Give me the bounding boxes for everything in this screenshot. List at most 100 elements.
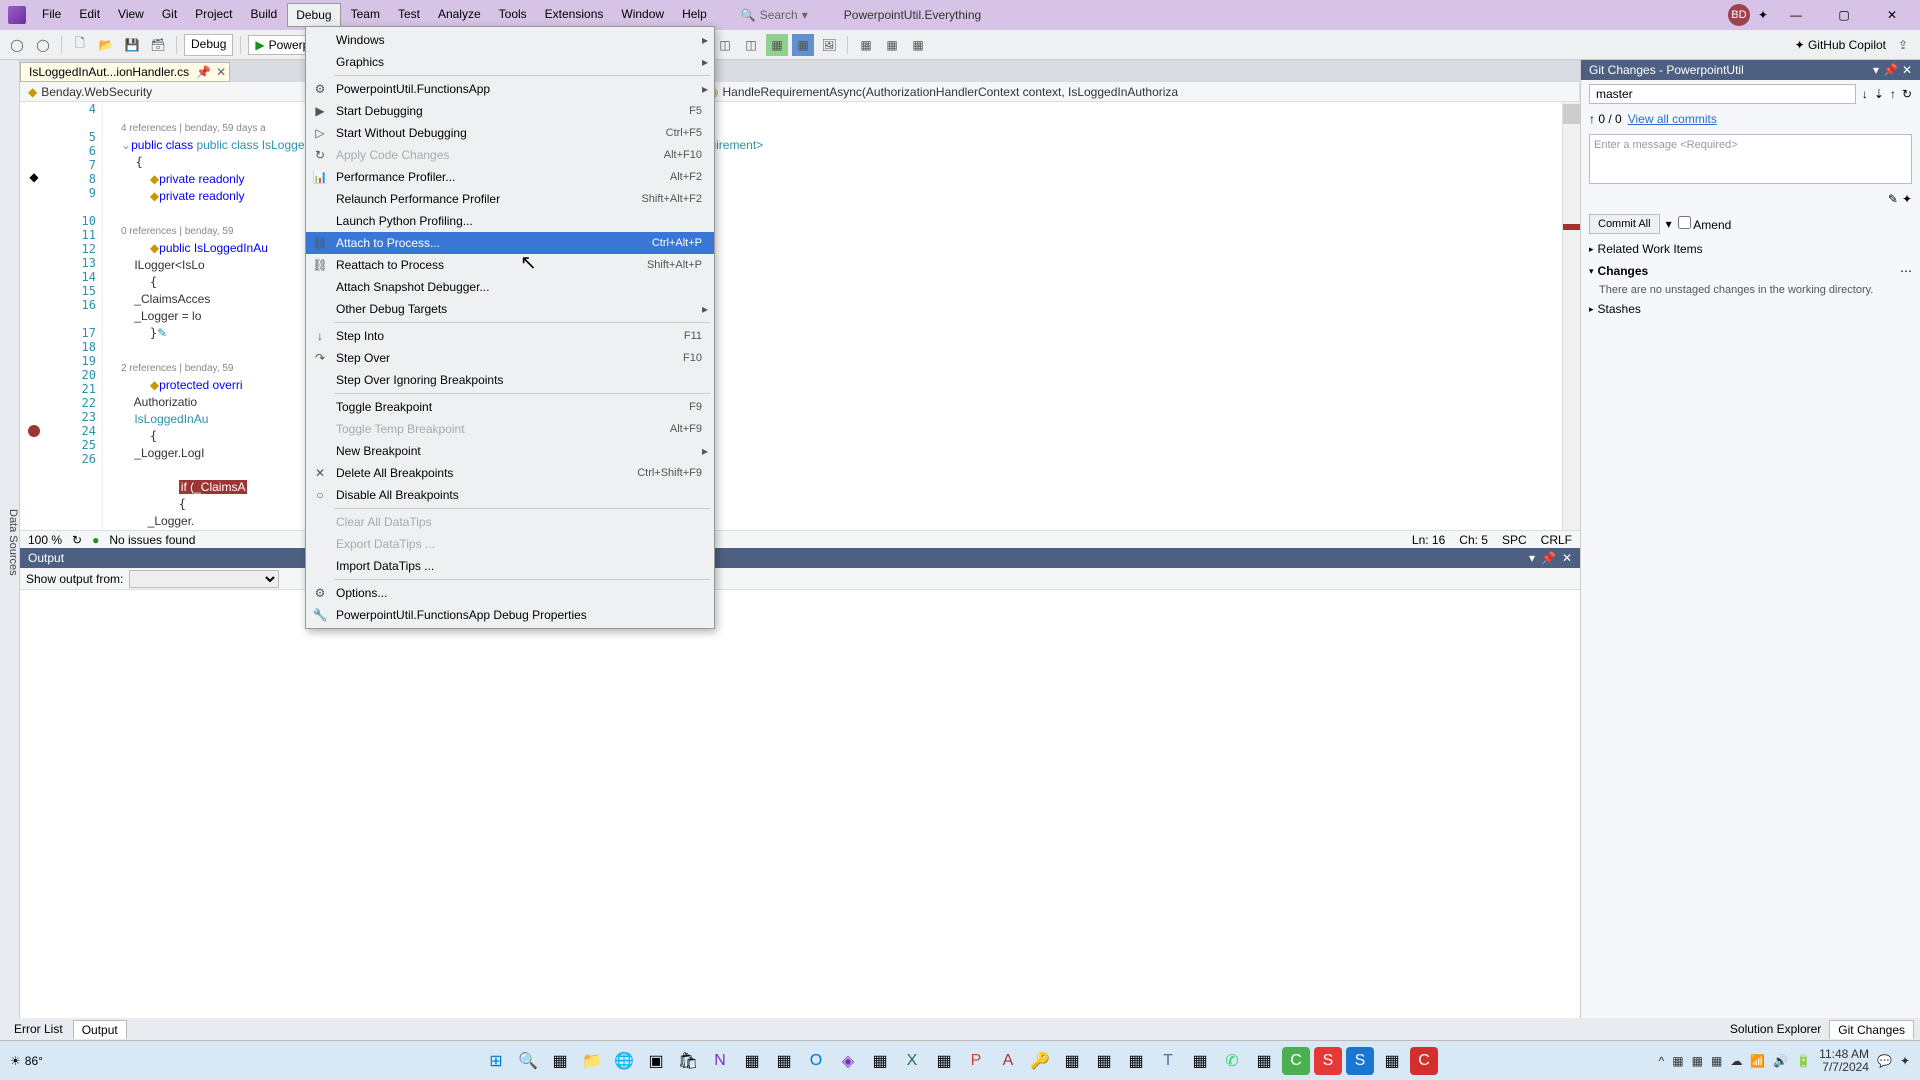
whatsapp-icon[interactable]: ✆ bbox=[1218, 1047, 1246, 1075]
fetch-icon[interactable]: ↓ bbox=[1862, 87, 1868, 101]
forward-button[interactable]: ◯ bbox=[32, 34, 54, 56]
menu-item-options[interactable]: ⚙Options... bbox=[306, 582, 714, 604]
back-button[interactable]: ◯ bbox=[6, 34, 28, 56]
app-icon[interactable]: ▦ bbox=[1186, 1047, 1214, 1075]
weather-widget[interactable]: ☀86° bbox=[10, 1054, 43, 1068]
menu-item-reattach-to-process[interactable]: ⛓Reattach to ProcessShift+Alt+P bbox=[306, 254, 714, 276]
menu-item-attach-to-process[interactable]: ⛓Attach to Process...Ctrl+Alt+P bbox=[306, 232, 714, 254]
lineend-indicator[interactable]: CRLF bbox=[1541, 533, 1572, 547]
clock-date[interactable]: 7/7/2024 bbox=[1819, 1061, 1869, 1074]
breadcrumb-project[interactable]: ◆Benday.WebSecurity bbox=[20, 83, 320, 101]
vs-icon[interactable]: ◈ bbox=[834, 1047, 862, 1075]
start-button[interactable]: ⊞ bbox=[482, 1047, 510, 1075]
powerpoint-icon[interactable]: P bbox=[962, 1047, 990, 1075]
config-combo[interactable]: Debug bbox=[184, 34, 233, 56]
wifi-icon[interactable]: 📶 bbox=[1750, 1054, 1765, 1068]
menu-help[interactable]: Help bbox=[674, 3, 715, 27]
line-indicator[interactable]: Ln: 16 bbox=[1412, 533, 1445, 547]
sync-icon[interactable]: ↻ bbox=[1902, 87, 1912, 101]
tray-icon[interactable]: ▦ bbox=[1711, 1054, 1722, 1068]
tray-icon[interactable]: ▦ bbox=[1672, 1054, 1683, 1068]
menu-analyze[interactable]: Analyze bbox=[430, 3, 489, 27]
menu-item-windows[interactable]: Windows▸ bbox=[306, 29, 714, 51]
menu-debug[interactable]: Debug bbox=[287, 3, 340, 27]
close-button[interactable]: ✕ bbox=[1872, 2, 1912, 28]
app-icon[interactable]: ▦ bbox=[1058, 1047, 1086, 1075]
share-button[interactable]: ⇪ bbox=[1892, 34, 1914, 56]
menu-item-import-datatips[interactable]: Import DataTips ... bbox=[306, 555, 714, 577]
menu-item-relaunch-performance-profiler[interactable]: Relaunch Performance ProfilerShift+Alt+F… bbox=[306, 188, 714, 210]
code-editor[interactable]: ◆ 45678910111213141516171819202122232425… bbox=[20, 102, 1580, 530]
menu-test[interactable]: Test bbox=[390, 3, 428, 27]
user-avatar[interactable]: BD bbox=[1728, 4, 1750, 26]
search-button[interactable]: 🔍 bbox=[514, 1047, 542, 1075]
menu-tools[interactable]: Tools bbox=[491, 3, 535, 27]
tb-icon-13[interactable]: ▦ bbox=[881, 34, 903, 56]
output-dropdown-icon[interactable]: ▾ bbox=[1529, 551, 1535, 565]
git-dropdown-icon[interactable]: ▾ bbox=[1873, 63, 1879, 77]
notification-icon[interactable]: 💬 bbox=[1877, 1054, 1892, 1068]
branch-selector[interactable]: master bbox=[1589, 84, 1856, 104]
zoom-level[interactable]: 100 % bbox=[28, 533, 62, 547]
menu-item-launch-python-profiling[interactable]: Launch Python Profiling... bbox=[306, 210, 714, 232]
menu-project[interactable]: Project bbox=[187, 3, 240, 27]
excel-icon[interactable]: X bbox=[898, 1047, 926, 1075]
menu-item-delete-all-breakpoints[interactable]: ✕Delete All BreakpointsCtrl+Shift+F9 bbox=[306, 462, 714, 484]
edge-icon[interactable]: 🌐 bbox=[610, 1047, 638, 1075]
explorer-icon[interactable]: 📁 bbox=[578, 1047, 606, 1075]
save-all-button[interactable]: 🗃 bbox=[147, 34, 169, 56]
menu-item-attach-snapshot-debugger[interactable]: Attach Snapshot Debugger... bbox=[306, 276, 714, 298]
terminal-icon[interactable]: ▣ bbox=[642, 1047, 670, 1075]
ai-icon[interactable]: ✎ bbox=[1888, 192, 1898, 206]
menu-item-start-without-debugging[interactable]: ▷Start Without DebuggingCtrl+F5 bbox=[306, 122, 714, 144]
git-pin-icon[interactable]: 📌 bbox=[1883, 63, 1898, 77]
app-icon[interactable]: ▦ bbox=[770, 1047, 798, 1075]
menu-item-disable-all-breakpoints[interactable]: ○Disable All Breakpoints bbox=[306, 484, 714, 506]
view-all-commits-link[interactable]: View all commits bbox=[1628, 112, 1717, 126]
app-icon[interactable]: ▦ bbox=[1250, 1047, 1278, 1075]
output-body[interactable] bbox=[20, 590, 1580, 1018]
menu-item-toggle-breakpoint[interactable]: Toggle BreakpointF9 bbox=[306, 396, 714, 418]
commit-all-button[interactable]: Commit All bbox=[1589, 214, 1660, 234]
clock-time[interactable]: 11:48 AM bbox=[1819, 1048, 1869, 1061]
tb-icon-8[interactable]: ◫ bbox=[740, 34, 762, 56]
tb-icon-9[interactable]: ▦ bbox=[766, 34, 788, 56]
scrollbar[interactable] bbox=[1562, 102, 1580, 530]
commit-message-input[interactable]: Enter a message <Required> bbox=[1589, 134, 1912, 184]
menu-item-step-over[interactable]: ↷Step OverF10 bbox=[306, 347, 714, 369]
app-icon[interactable]: C bbox=[1410, 1047, 1438, 1075]
tray-icon[interactable]: ▦ bbox=[1692, 1054, 1703, 1068]
menu-extensions[interactable]: Extensions bbox=[537, 3, 612, 27]
git-close-icon[interactable]: ✕ bbox=[1902, 63, 1912, 77]
app-icon[interactable]: C bbox=[1282, 1047, 1310, 1075]
menu-git[interactable]: Git bbox=[154, 3, 185, 27]
pull-icon[interactable]: ⇣ bbox=[1874, 87, 1884, 101]
app-icon[interactable]: ▦ bbox=[866, 1047, 894, 1075]
menu-build[interactable]: Build bbox=[243, 3, 286, 27]
changes-section[interactable]: ▾Changes⋯ bbox=[1581, 260, 1920, 282]
minimize-button[interactable]: — bbox=[1776, 2, 1816, 28]
tb-icon-12[interactable]: ▦ bbox=[855, 34, 877, 56]
menu-edit[interactable]: Edit bbox=[71, 3, 108, 27]
menu-item-step-over-ignoring-breakpoints[interactable]: Step Over Ignoring Breakpoints bbox=[306, 369, 714, 391]
onenote-icon[interactable]: N bbox=[706, 1047, 734, 1075]
app-icon[interactable]: S bbox=[1314, 1047, 1342, 1075]
menu-view[interactable]: View bbox=[110, 3, 152, 27]
outlook-icon[interactable]: O bbox=[802, 1047, 830, 1075]
store-icon[interactable]: 🛍 bbox=[674, 1047, 702, 1075]
stashes-section[interactable]: ▸Stashes bbox=[1581, 298, 1920, 320]
char-indicator[interactable]: Ch: 5 bbox=[1459, 533, 1488, 547]
menu-team[interactable]: Team bbox=[343, 3, 388, 27]
copilot-tray-icon[interactable]: ✦ bbox=[1900, 1054, 1910, 1068]
save-button[interactable]: 💾 bbox=[121, 34, 143, 56]
menu-item-graphics[interactable]: Graphics▸ bbox=[306, 51, 714, 73]
amend-checkbox[interactable]: Amend bbox=[1678, 216, 1732, 232]
search-box[interactable]: 🔍 Search ▾ bbox=[735, 6, 814, 24]
app-icon[interactable]: ▦ bbox=[930, 1047, 958, 1075]
app-icon[interactable]: ▦ bbox=[738, 1047, 766, 1075]
open-button[interactable]: 📂 bbox=[95, 34, 117, 56]
taskview-button[interactable]: ▦ bbox=[546, 1047, 574, 1075]
teams-icon[interactable]: T bbox=[1154, 1047, 1182, 1075]
maximize-button[interactable]: ▢ bbox=[1824, 2, 1864, 28]
tray-arrow-icon[interactable]: ^ bbox=[1659, 1054, 1665, 1068]
